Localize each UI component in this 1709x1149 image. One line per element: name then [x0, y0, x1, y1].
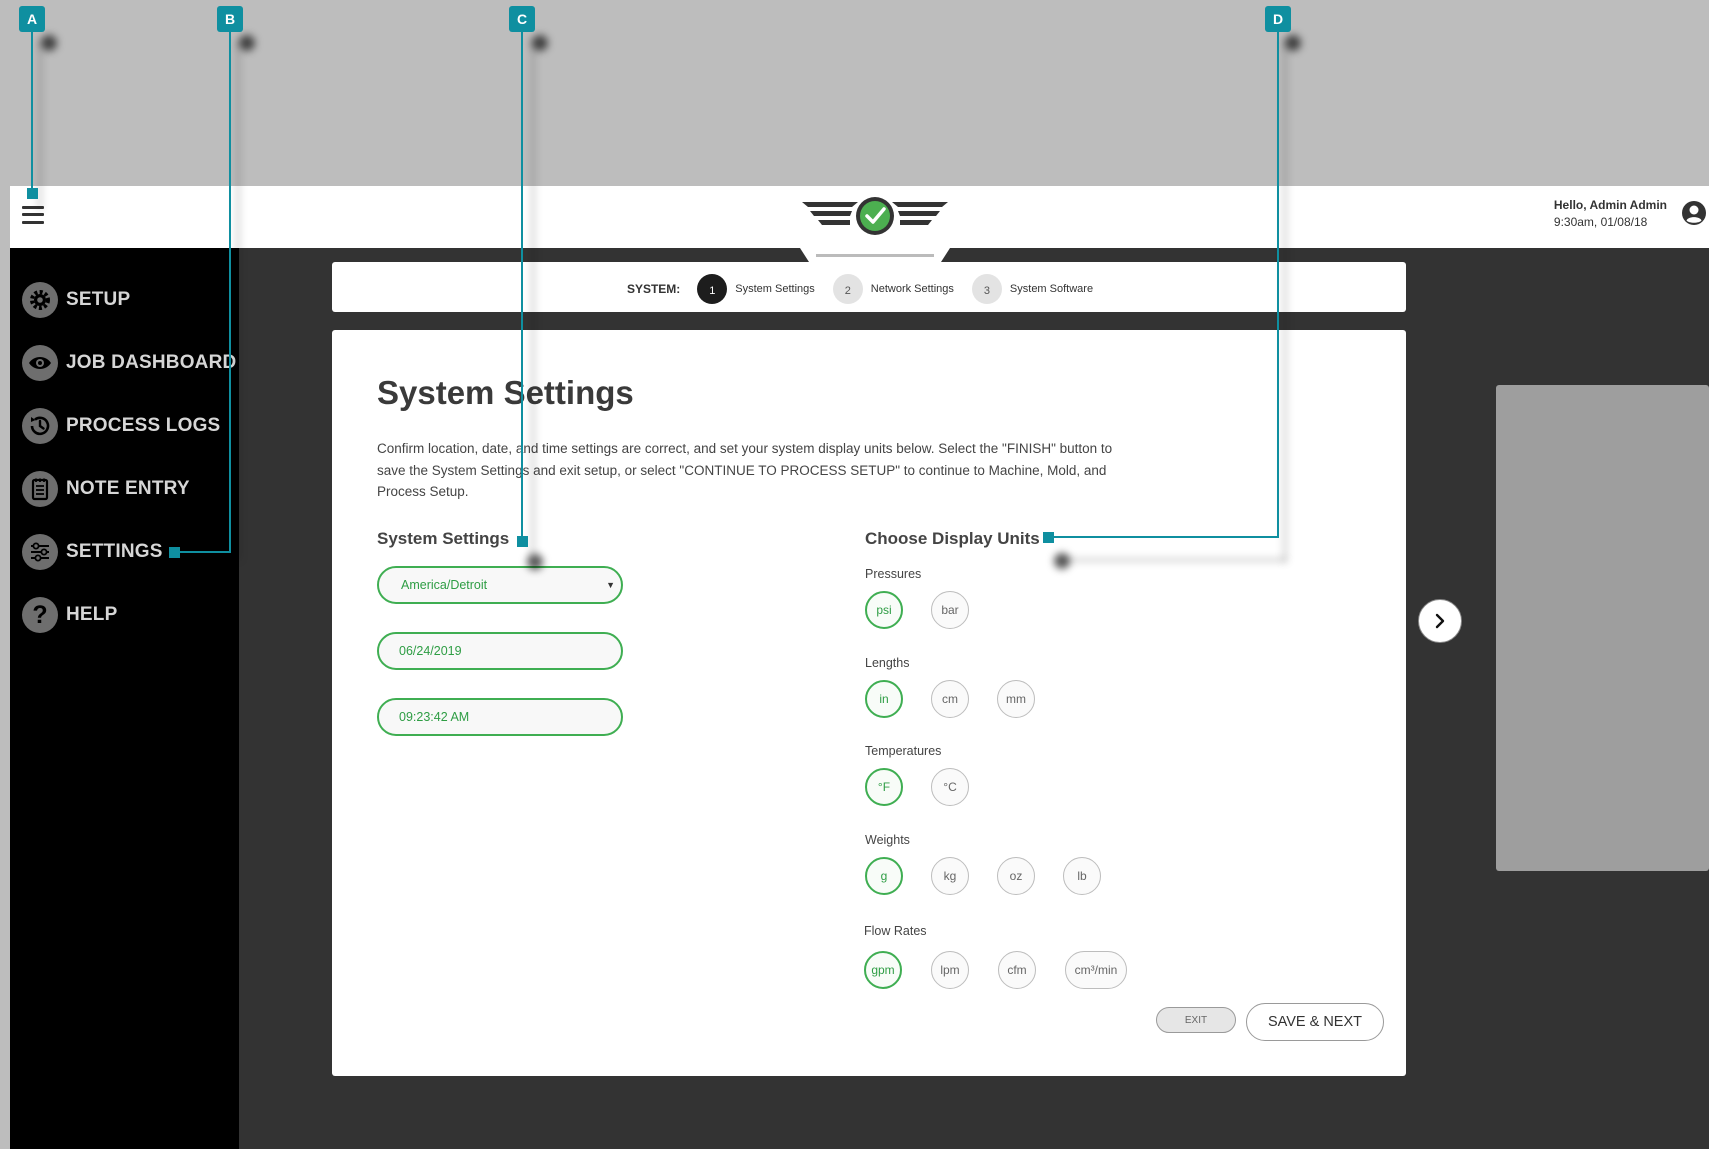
step-label: Network Settings	[870, 283, 954, 295]
callout-shadow	[38, 40, 42, 210]
user-greeting: Hello, Admin Admin 9:30am, 01/08/18	[1554, 197, 1667, 231]
logo-tab	[800, 248, 950, 262]
step-number: 2	[832, 274, 863, 304]
sidebar-item-job-dashboard[interactable]: JOB DASHBOARD	[22, 343, 236, 383]
stepper-title: SYSTEM:	[626, 282, 681, 296]
callout-line-b	[229, 30, 231, 553]
callout-line-d-horizontal	[1050, 536, 1279, 538]
unit-gpm-button[interactable]: gpm	[864, 951, 902, 989]
callout-dot-a	[27, 188, 38, 199]
next-arrow-button[interactable]	[1418, 599, 1462, 643]
unit-cm-button[interactable]: cm	[931, 680, 969, 718]
callout-shadow	[531, 40, 535, 560]
save-next-button[interactable]: SAVE & NEXT	[1246, 1003, 1384, 1041]
unit-oz-button[interactable]: oz	[997, 857, 1035, 895]
step-label: System Settings	[735, 283, 815, 295]
top-bar: Hello, Admin Admin 9:30am, 01/08/18	[10, 186, 1709, 248]
date-field[interactable]: 06/24/2019	[377, 632, 623, 670]
callout-line-d	[1277, 30, 1279, 538]
system-settings-card: System Settings Confirm location, date, …	[332, 330, 1406, 1076]
step-number: 3	[971, 274, 1002, 304]
chevron-right-icon	[1435, 613, 1445, 629]
logo-icon	[802, 197, 948, 235]
unit-celsius-button[interactable]: °C	[931, 768, 969, 806]
step-label: System Software	[1009, 283, 1094, 295]
timezone-value: America/Detroit	[401, 578, 488, 592]
question-icon: ?	[22, 597, 58, 633]
step-network-settings[interactable]: 2 Network Settings	[832, 274, 954, 304]
sidebar-item-setup[interactable]: SETUP	[22, 280, 130, 320]
unit-in-button[interactable]: in	[865, 680, 903, 718]
callout-shadow	[236, 40, 240, 560]
unit-cm3-per-min-button[interactable]: cm³/min	[1065, 951, 1127, 989]
callout-shadow	[1054, 553, 1070, 569]
callout-line-b-horizontal	[175, 551, 231, 553]
callout-line-a	[31, 30, 33, 194]
step-system-settings[interactable]: 1 System Settings	[697, 274, 815, 304]
greeting-text: Hello, Admin Admin	[1553, 198, 1667, 212]
time-field[interactable]: 09:23:42 AM	[377, 698, 623, 736]
unit-lb-button[interactable]: lb	[1063, 857, 1101, 895]
sidebar-item-label: JOB DASHBOARD	[66, 352, 237, 373]
exit-button[interactable]: EXIT	[1156, 1007, 1236, 1033]
history-icon	[22, 408, 58, 444]
callout-shadow	[1285, 35, 1301, 51]
sidebar-item-process-logs[interactable]: PROCESS LOGS	[22, 406, 220, 446]
user-account-icon[interactable]	[1681, 200, 1707, 226]
page-description: Confirm location, date, and time setting…	[377, 441, 1113, 499]
step-system-software[interactable]: 3 System Software	[971, 274, 1094, 304]
unit-mm-button[interactable]: mm	[997, 680, 1035, 718]
sidebar-item-label: PROCESS LOGS	[66, 415, 221, 436]
weights-label: Weights	[865, 833, 910, 847]
gear-icon	[22, 282, 58, 318]
sidebar-item-note-entry[interactable]: NOTE ENTRY	[22, 469, 190, 509]
system-settings-heading: System Settings	[377, 529, 510, 548]
sidebar-item-help[interactable]: ? HELP	[22, 595, 117, 635]
sidebar-item-label: NOTE ENTRY	[66, 478, 190, 499]
sliders-icon	[22, 534, 58, 570]
unit-bar-button[interactable]: bar	[931, 591, 969, 629]
sidebar-item-settings[interactable]: SETTINGS	[22, 532, 163, 572]
header-datetime: 9:30am, 01/08/18	[1553, 215, 1648, 229]
unit-lpm-button[interactable]: lpm	[931, 951, 969, 989]
callout-dot-c	[517, 536, 528, 547]
sidebar-item-label: SETTINGS	[66, 541, 163, 562]
page-title: System Settings	[377, 374, 634, 411]
callout-badge-b: B	[217, 6, 243, 32]
callout-dot-b	[169, 547, 180, 558]
side-preview-panel	[1496, 385, 1709, 871]
callout-shadow	[1060, 558, 1286, 562]
callout-line-c	[521, 30, 523, 542]
callout-badge-d: D	[1265, 6, 1291, 32]
callout-dot-d	[1043, 532, 1054, 543]
callout-shadow	[1283, 40, 1287, 562]
unit-psi-button[interactable]: psi	[865, 591, 903, 629]
unit-fahrenheit-button[interactable]: °F	[865, 768, 903, 806]
callout-badge-a: A	[19, 6, 45, 32]
sidebar-item-label: HELP	[66, 604, 118, 625]
time-value: 09:23:42 AM	[399, 710, 470, 724]
lengths-label: Lengths	[865, 656, 910, 670]
callout-badge-c: C	[509, 6, 535, 32]
unit-cfm-button[interactable]: cfm	[998, 951, 1036, 989]
sidebar-item-label: SETUP	[66, 289, 131, 310]
timezone-select[interactable]: America/Detroit ▼	[377, 566, 623, 604]
date-value: 06/24/2019	[399, 644, 462, 658]
flow-rates-label: Flow Rates	[864, 924, 927, 938]
unit-g-button[interactable]: g	[865, 857, 903, 895]
temperatures-label: Temperatures	[865, 744, 942, 758]
unit-kg-button[interactable]: kg	[931, 857, 969, 895]
display-units-heading: Choose Display Units	[865, 529, 1040, 548]
setup-stepper: SYSTEM: 1 System Settings 2 Network Sett…	[332, 262, 1406, 312]
callout-shadow	[239, 35, 255, 51]
callout-shadow	[41, 35, 57, 51]
pressures-label: Pressures	[865, 567, 922, 581]
sidebar: SETUP JOB DASHBOARD PROCESS LOGS NOTE EN…	[10, 248, 239, 1149]
eye-icon	[22, 345, 58, 381]
notepad-icon	[22, 471, 58, 507]
callout-shadow	[527, 554, 543, 570]
step-number: 1	[697, 274, 728, 304]
app-window: Hello, Admin Admin 9:30am, 01/08/18 SETU…	[10, 186, 1709, 1149]
caret-down-icon: ▼	[606, 580, 615, 590]
